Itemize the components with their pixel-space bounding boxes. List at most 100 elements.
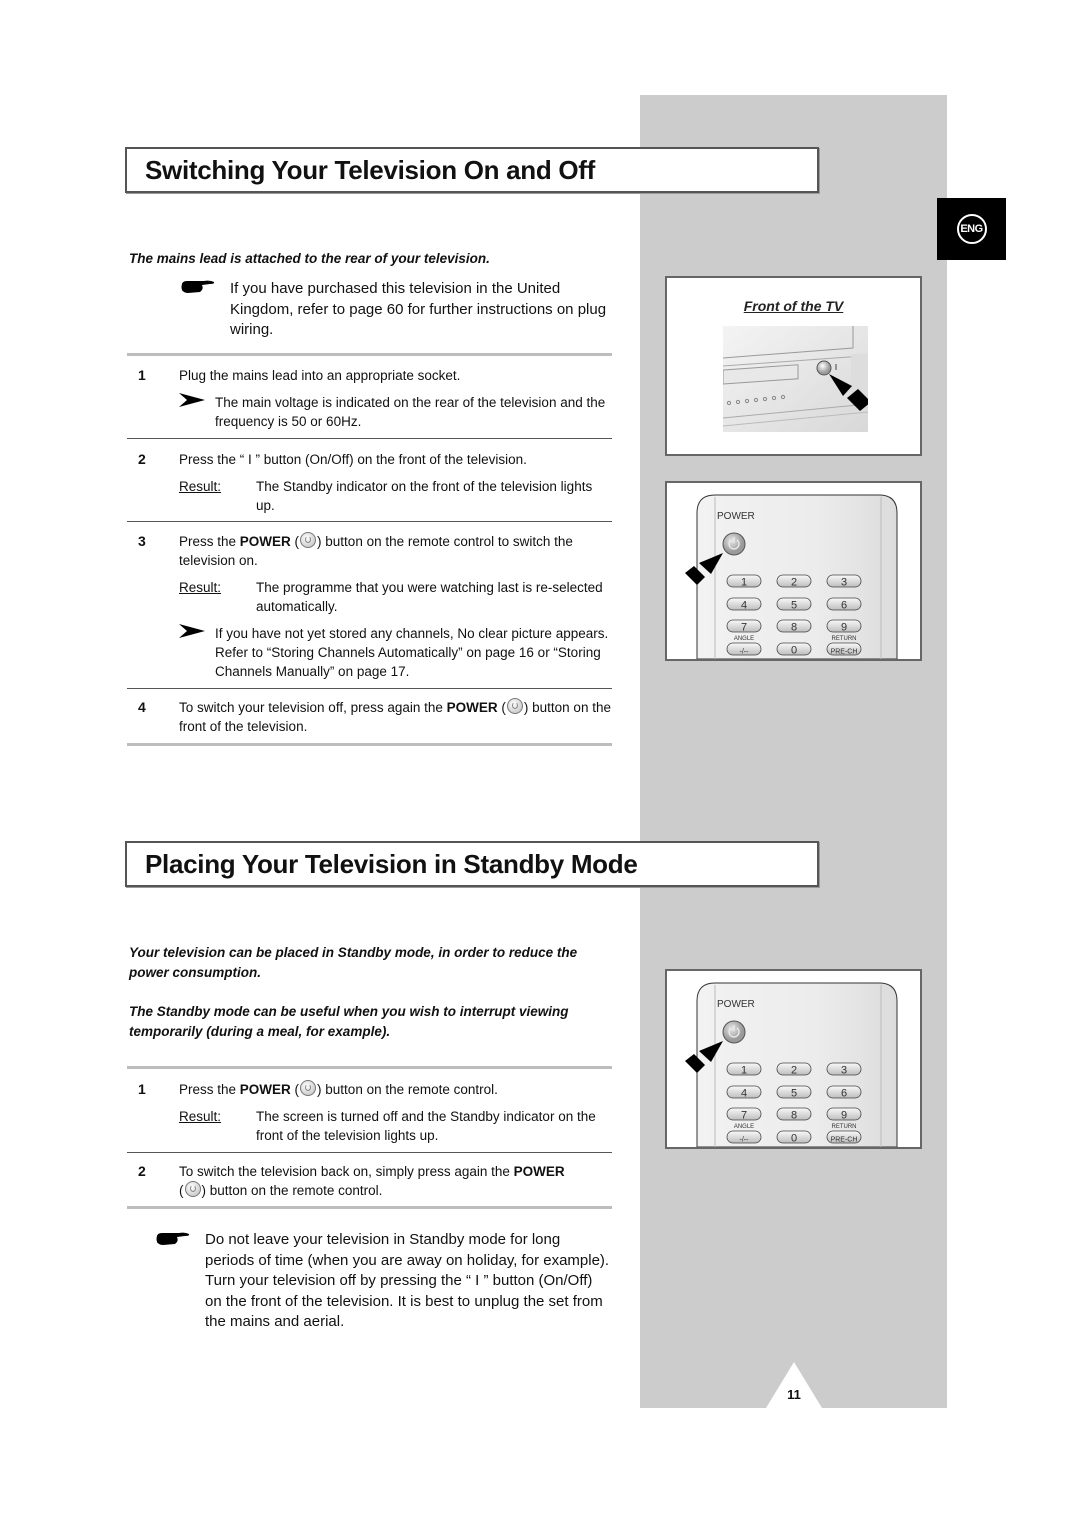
text-part: ) button on the remote control. (317, 1082, 498, 1097)
remote-key-label: 1 (741, 1065, 747, 1077)
figure-caption: Front of the TV (743, 298, 844, 314)
remote-key-label: 8 (791, 622, 797, 634)
section-title-standby: Placing Your Television in Standby Mode (125, 841, 819, 887)
text-part: Press the (179, 1082, 240, 1097)
power-keyword: POWER (239, 534, 291, 549)
step-number: 2 (138, 451, 146, 467)
step-2: 2 Press the “ I ” button (On/Off) on the… (138, 450, 618, 520)
step-text: Press the POWER () button on the remote … (179, 1080, 498, 1097)
page-number: 11 (787, 1387, 801, 1402)
section-title-text: Placing Your Television in Standby Mode (145, 848, 638, 879)
power-keyword: POWER (239, 1082, 291, 1097)
section2-intro-1: Your television can be placed in Standby… (129, 945, 578, 980)
remote-body: POWER 1 2 3 4 5 6 7 8 9 -/-- 0 PRE-CH ANGLE RETURN (685, 494, 898, 659)
tv-front-illustration (723, 326, 868, 432)
language-label: ENG (960, 223, 983, 235)
step-tip: If you have not yet stored any channels,… (179, 624, 611, 681)
section1-intro: The mains lead is attached to the rear o… (129, 251, 490, 266)
step-number: 2 (138, 1163, 146, 1179)
remote-key-label: -/-- (740, 1137, 750, 1144)
pointing-hand-icon (180, 279, 216, 300)
step-number: 1 (138, 367, 146, 383)
remote-key-label: 8 (791, 1110, 797, 1122)
standby-warning-note: Do not leave your television in Standby … (205, 1231, 610, 1330)
angle-label: ANGLE (734, 636, 754, 642)
remote-key-label: 7 (741, 1110, 747, 1122)
remote-key-label: 9 (841, 622, 847, 634)
figure-remote-control: POWER 1 2 3 4 5 6 7 8 9 -/-- 0 PRE-CH ANGLE RETURN (665, 481, 922, 661)
result-text: The programme that you were watching las… (256, 580, 603, 614)
step-tip: The main voltage is indicated on the rea… (179, 393, 609, 431)
return-label: RETURN (832, 1124, 857, 1130)
remote-key-label: 5 (791, 600, 797, 612)
remote-illustration: POWER 1 2 3 4 5 6 7 8 9 -/-- 0 PRE-CH ANGLE RETURN (667, 483, 920, 659)
remote-key-label: 6 (841, 600, 847, 612)
arrow-icon (179, 393, 205, 412)
remote-key-label: 2 (791, 1065, 797, 1077)
remote-key-label: 0 (791, 1133, 797, 1145)
divider (127, 1152, 612, 1153)
step-number: 3 (138, 533, 146, 549)
step-result: Result: The screen is turned off and the… (179, 1107, 611, 1145)
step-text: To switch your television off, press aga… (179, 698, 611, 734)
standby-step-2: 2 To switch the television back on, simp… (138, 1162, 618, 1207)
result-text: The Standby indicator on the front of th… (256, 479, 593, 513)
step-number: 4 (138, 699, 146, 715)
divider (127, 1206, 612, 1209)
result-label: Result: (179, 580, 222, 595)
remote-key-label: 7 (741, 622, 747, 634)
remote-key-label: 6 (841, 1088, 847, 1100)
power-icon (184, 1181, 201, 1197)
remote-key-label: 3 (841, 577, 847, 589)
tip-text: If you have not yet stored any channels,… (215, 626, 609, 679)
section2-intro-2: The Standby mode can be useful when you … (129, 1004, 569, 1039)
divider (127, 743, 612, 746)
remote-key-label: 0 (791, 645, 797, 657)
step-number: 1 (138, 1081, 146, 1097)
power-keyword: POWER (513, 1164, 565, 1179)
power-label: POWER (717, 511, 755, 522)
step-4: 4 To switch your television off, press a… (138, 698, 618, 743)
remote-key-label: 4 (741, 600, 747, 612)
divider (127, 438, 612, 439)
remote-body: POWER 1 2 3 4 5 6 7 8 9 -/-- 0 PRE-CH ANGLE RETURN (685, 982, 898, 1147)
divider (127, 1066, 612, 1069)
remote-power-button (722, 1020, 746, 1044)
remote-key-label: 1 (741, 577, 747, 589)
power-keyword: POWER (446, 700, 498, 715)
power-icon (300, 1080, 317, 1096)
step-result: Result: The Standby indicator on the fro… (179, 477, 609, 515)
arrow-icon (179, 624, 205, 643)
figure-remote-control-standby: POWER 1 2 3 4 5 6 7 8 9 -/-- 0 PRE-CH ANGLE RETURN (665, 969, 922, 1149)
step-text: To switch the television back on, simply… (179, 1164, 565, 1198)
language-tab: ENG (937, 198, 1006, 260)
remote-illustration: POWER 1 2 3 4 5 6 7 8 9 -/-- 0 PRE-CH ANGLE RETURN (667, 971, 920, 1147)
remote-key-label: 3 (841, 1065, 847, 1077)
remote-key-label: 5 (791, 1088, 797, 1100)
power-icon (300, 532, 317, 548)
standby-step-1: 1 Press the POWER () button on the remot… (138, 1080, 618, 1150)
text-part: ) button on the remote control. (201, 1183, 383, 1198)
result-label: Result: (179, 479, 222, 494)
tip-text: The main voltage is indicated on the rea… (215, 395, 606, 429)
remote-key-label: PRE-CH (831, 649, 858, 656)
result-label: Result: (179, 1109, 222, 1124)
step-3: 3 Press the POWER () button on the remot… (138, 532, 618, 682)
divider (127, 688, 612, 689)
text-part: Press the (179, 534, 240, 549)
divider (127, 521, 612, 522)
power-icon (506, 698, 523, 714)
step-text: Plug the mains lead into an appropriate … (179, 368, 461, 383)
step-text: Press the “ I ” button (On/Off) on the f… (179, 452, 527, 467)
section-title-switching: Switching Your Television On and Off (125, 147, 819, 193)
remote-key-label: 4 (741, 1088, 747, 1100)
divider (127, 353, 612, 356)
remote-power-button (722, 532, 746, 556)
step-text: Press the POWER () button on the remote … (179, 532, 573, 568)
remote-key-label: 9 (841, 1110, 847, 1122)
step-1: 1 Plug the mains lead into an appropriat… (138, 366, 618, 436)
remote-key-label: PRE-CH (831, 1137, 858, 1144)
angle-label: ANGLE (734, 1124, 754, 1130)
language-badge-icon: ENG (956, 214, 987, 244)
power-label: POWER (717, 999, 755, 1010)
